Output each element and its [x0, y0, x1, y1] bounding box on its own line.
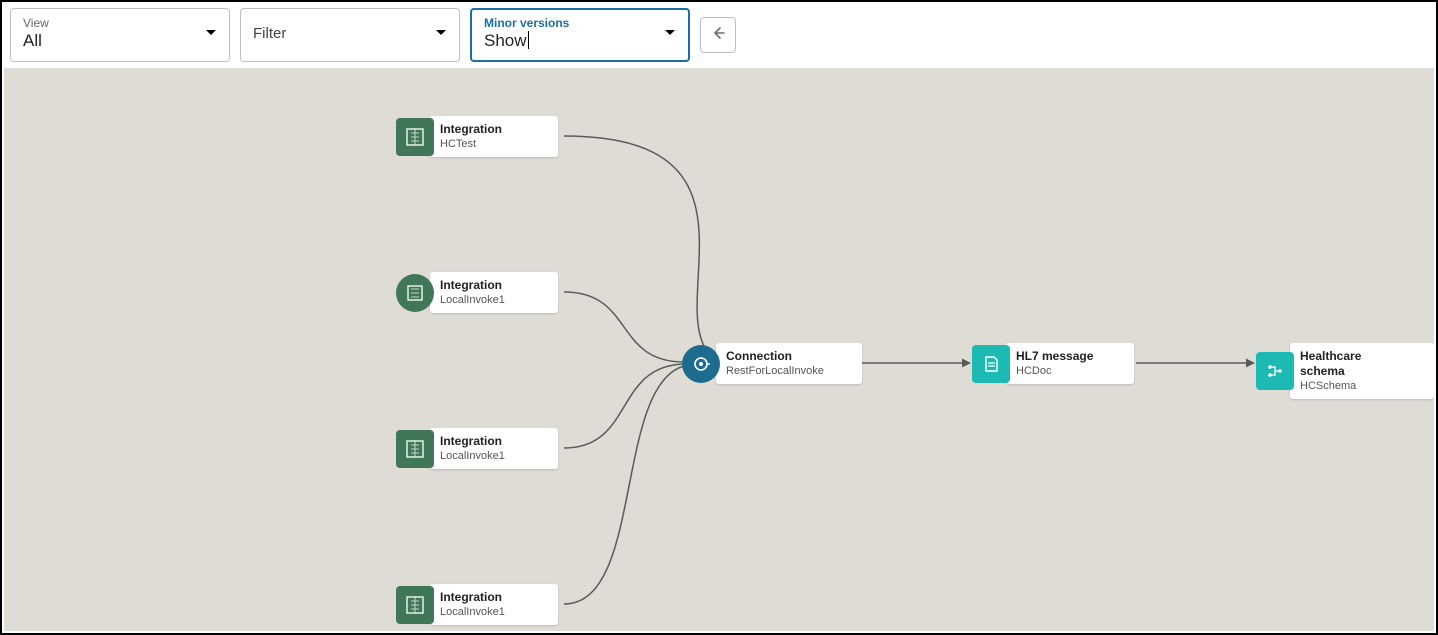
node-card: Integration LocalInvoke1	[430, 428, 558, 469]
chevron-down-icon	[435, 26, 447, 44]
filter-dropdown[interactable]: Filter	[240, 8, 460, 62]
integration-icon	[396, 118, 434, 156]
node-type: Healthcare schema	[1300, 349, 1396, 379]
arrow-left-icon	[710, 25, 726, 46]
node-integration-hctest[interactable]: Integration HCTest	[396, 116, 558, 157]
minor-versions-label: Minor versions	[484, 16, 676, 30]
node-name: HCTest	[440, 137, 520, 151]
node-name: LocalInvoke1	[440, 293, 520, 307]
view-dropdown-label: View	[23, 16, 217, 30]
node-type: HL7 message	[1016, 349, 1096, 364]
connection-icon	[682, 345, 720, 383]
node-integration-localinvoke-1[interactable]: Integration LocalInvoke1	[396, 272, 558, 313]
filter-dropdown-label: Filter	[253, 23, 447, 45]
node-card: Integration HCTest	[430, 116, 558, 157]
node-card: Healthcare schema HCSchema	[1290, 343, 1434, 399]
document-icon	[972, 345, 1010, 383]
node-name: HCDoc	[1016, 364, 1096, 378]
node-type: Integration	[440, 434, 520, 449]
integration-icon	[396, 586, 434, 624]
node-integration-localinvoke-3[interactable]: Integration LocalInvoke1	[396, 584, 558, 625]
node-card: Integration LocalInvoke1	[430, 584, 558, 625]
node-type: Integration	[440, 590, 520, 605]
node-card: Integration LocalInvoke1	[430, 272, 558, 313]
node-type: Integration	[440, 278, 520, 293]
node-connection[interactable]: Connection RestForLocalInvoke	[682, 343, 862, 384]
app-frame: View All Filter Minor versions Show	[0, 0, 1438, 635]
node-type: Integration	[440, 122, 520, 137]
chevron-down-icon	[664, 26, 676, 44]
minor-versions-dropdown[interactable]: Minor versions Show	[470, 8, 690, 62]
chevron-down-icon	[205, 26, 217, 44]
toolbar: View All Filter Minor versions Show	[2, 2, 1436, 68]
node-name: LocalInvoke1	[440, 605, 520, 619]
back-button[interactable]	[700, 17, 736, 53]
view-dropdown-value: All	[23, 30, 217, 52]
node-card: Connection RestForLocalInvoke	[716, 343, 862, 384]
integration-icon	[396, 430, 434, 468]
node-name: LocalInvoke1	[440, 449, 520, 463]
integration-icon	[396, 274, 434, 312]
node-name: HCSchema	[1300, 379, 1396, 393]
schema-icon	[1256, 352, 1294, 390]
node-card: HL7 message HCDoc	[1006, 343, 1134, 384]
node-integration-localinvoke-2[interactable]: Integration LocalInvoke1	[396, 428, 558, 469]
node-healthcare-schema[interactable]: Healthcare schema HCSchema	[1256, 343, 1434, 399]
view-dropdown[interactable]: View All	[10, 8, 230, 62]
minor-versions-value: Show	[484, 30, 676, 52]
node-hl7-message[interactable]: HL7 message HCDoc	[972, 343, 1134, 384]
node-name: RestForLocalInvoke	[726, 364, 824, 378]
diagram-canvas[interactable]: Integration HCTest Integration LocalInvo…	[4, 66, 1434, 631]
node-type: Connection	[726, 349, 824, 364]
